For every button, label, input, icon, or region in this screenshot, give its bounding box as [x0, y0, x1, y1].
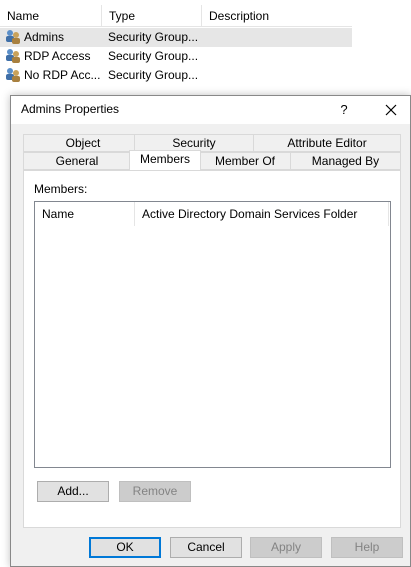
tab-attribute-editor[interactable]: Attribute Editor — [253, 134, 401, 152]
members-column-folder[interactable]: Active Directory Domain Services Folder — [135, 202, 389, 226]
list-row-rdp-access[interactable]: RDP Access Security Group... — [0, 47, 352, 66]
remove-button[interactable]: Remove — [119, 481, 191, 502]
column-header-description[interactable]: Description — [202, 5, 352, 27]
title-bar: Admins Properties ? — [11, 96, 410, 124]
row-type: Security Group... — [108, 30, 199, 44]
tab-managed-by[interactable]: Managed By — [290, 152, 401, 170]
tab-object[interactable]: Object — [23, 134, 143, 152]
ok-button[interactable]: OK — [89, 537, 161, 558]
tab-members[interactable]: Members — [129, 150, 201, 170]
dialog-title: Admins Properties — [21, 102, 120, 116]
apply-button[interactable]: Apply — [250, 537, 322, 558]
members-list[interactable]: Name Active Directory Domain Services Fo… — [34, 201, 391, 468]
column-divider — [388, 202, 390, 226]
row-type: Security Group... — [108, 68, 199, 82]
row-name: No RDP Acc... — [24, 68, 101, 82]
tab-member-of[interactable]: Member Of — [199, 152, 291, 170]
help-title-button[interactable]: ? — [327, 96, 361, 124]
row-name: Admins — [24, 30, 65, 44]
list-row-no-rdp-access[interactable]: No RDP Acc... Security Group... — [0, 66, 352, 85]
properties-dialog: Admins Properties ? Object Security Attr… — [10, 95, 411, 567]
list-row-admins[interactable]: Admins Security Group... — [0, 28, 352, 47]
row-name: RDP Access — [24, 49, 91, 63]
row-type: Security Group... — [108, 49, 199, 63]
column-header-name[interactable]: Name — [0, 5, 102, 27]
members-column-name[interactable]: Name — [35, 202, 135, 226]
list-header: Name Type Description — [0, 5, 352, 27]
add-button[interactable]: Add... — [37, 481, 109, 502]
group-icon — [5, 67, 22, 84]
help-button[interactable]: Help — [331, 537, 403, 558]
members-panel: Members: Name Active Directory Domain Se… — [23, 170, 401, 528]
cancel-button[interactable]: Cancel — [170, 537, 242, 558]
members-label: Members: — [34, 182, 88, 196]
group-icon — [5, 29, 22, 46]
tab-general[interactable]: General — [23, 152, 131, 170]
close-icon — [385, 104, 397, 116]
close-button[interactable] — [371, 96, 411, 124]
group-icon — [5, 48, 22, 65]
column-header-type[interactable]: Type — [102, 5, 202, 27]
